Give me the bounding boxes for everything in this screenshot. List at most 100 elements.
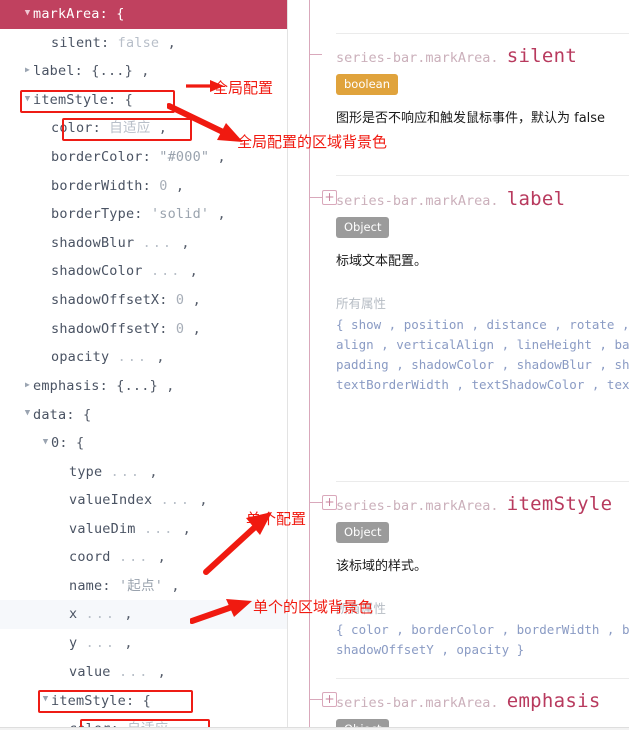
tree-tail: , xyxy=(148,349,165,366)
tree-row-shadowoffsety[interactable]: shadowOffsetY: 0 , xyxy=(0,315,288,344)
tree-value: ... xyxy=(143,520,175,537)
annotation-single-config: 单个配置 xyxy=(246,510,307,528)
doc-entry-description: 标域文本配置。 xyxy=(336,254,428,269)
tree-tail: , xyxy=(173,234,190,251)
tree-row-type[interactable]: type ... , xyxy=(0,458,288,487)
doc-branch-line xyxy=(309,54,322,55)
doc-branch-line xyxy=(309,197,322,198)
caret-down-icon[interactable] xyxy=(22,399,33,428)
tree-value: {...} xyxy=(91,63,133,80)
doc-entry-prefix: series-bar.markArea. xyxy=(336,193,499,209)
doc-entry[interactable]: series-bar.markArea. itemStyle Object 该标域的… xyxy=(336,493,629,660)
tree-separator: : xyxy=(74,63,92,80)
tree-value: ... xyxy=(117,349,149,366)
tree-row-data[interactable]: data: { xyxy=(0,400,288,429)
tree-row-borderwidth[interactable]: borderWidth: 0 , xyxy=(0,172,288,201)
tree-tail: , xyxy=(149,549,167,566)
arrow-global-area-bg xyxy=(167,103,243,142)
tree-value: { xyxy=(142,692,151,709)
tree-separator xyxy=(134,235,142,251)
tree-row-0[interactable]: 0: { xyxy=(0,429,288,458)
tree-tail: , xyxy=(184,291,201,308)
tree-key: coord xyxy=(69,549,111,566)
tree-tail: , xyxy=(181,263,198,280)
tree-tail: , xyxy=(174,520,191,537)
caret-down-icon[interactable] xyxy=(40,428,51,457)
tree-tail: , xyxy=(184,320,201,337)
doc-entry-title: series-bar.markArea. emphasis xyxy=(336,690,629,712)
tree-value: 0 xyxy=(175,291,185,308)
tree-row-value[interactable]: value ... , xyxy=(0,658,288,687)
doc-branch-line xyxy=(309,699,322,700)
tree-value: {...} xyxy=(116,378,158,395)
tree-key: markArea xyxy=(33,6,100,23)
tree-tail: , xyxy=(209,148,226,165)
type-badge: boolean xyxy=(336,74,398,95)
tree-row-opacity[interactable]: opacity ... , xyxy=(0,343,288,372)
tree-row-shadowblur[interactable]: shadowBlur ... , xyxy=(0,229,288,258)
doc-entry-leaf: itemStyle xyxy=(506,493,613,515)
doc-entry-title: series-bar.markArea. label xyxy=(336,188,629,210)
tree-row-silent[interactable]: silent: false , xyxy=(0,29,288,58)
caret-down-icon[interactable] xyxy=(22,0,33,28)
doc-detail-panel[interactable]: series-bar.markArea. silent boolean 图形是否不响… xyxy=(288,0,629,730)
property-line: align , verticalAlign , lineHeight , bac… xyxy=(336,337,629,352)
tree-row-shadowoffsetx[interactable]: shadowOffsetX: 0 , xyxy=(0,286,288,315)
tree-separator: : xyxy=(134,206,151,223)
doc-entry-prefix: series-bar.markArea. xyxy=(336,695,499,711)
doc-separator xyxy=(336,175,629,176)
doc-entry-leaf: label xyxy=(506,188,566,210)
tree-row-itemstyle[interactable]: itemStyle: { xyxy=(0,686,288,715)
tree-separator: : xyxy=(99,378,117,395)
annotation-single-area-bg: 单个的区域背景色 xyxy=(253,598,374,616)
property-line: shadowOffsetY , opacity } xyxy=(336,642,525,657)
all-properties-list: { show , position , distance , rotate , … xyxy=(336,315,629,395)
tree-separator: : xyxy=(100,34,118,51)
tree-tail: , xyxy=(116,606,133,623)
expand-plus-icon[interactable]: + xyxy=(322,495,337,510)
all-properties-label: 所有属性 xyxy=(336,296,387,311)
tree-separator: : xyxy=(159,320,176,337)
property-line: padding , shadowColor , shadowBlur , sha… xyxy=(336,357,629,372)
doc-tree-rail xyxy=(309,0,310,730)
doc-entry-prefix: series-bar.markArea. xyxy=(336,498,499,514)
doc-entry-title: series-bar.markArea. itemStyle xyxy=(336,493,629,515)
tree-row-shadowcolor[interactable]: shadowColor ... , xyxy=(0,257,288,286)
tree-key: borderType xyxy=(51,206,135,223)
tree-tail: , xyxy=(167,177,185,194)
tree-row-markarea[interactable]: markArea: { xyxy=(0,0,288,29)
tree-value: ... xyxy=(85,635,117,652)
tree-row-y[interactable]: y ... , xyxy=(0,629,288,658)
doc-entry-leaf: emphasis xyxy=(506,690,601,712)
tree-key: opacity xyxy=(51,349,110,366)
caret-right-icon[interactable] xyxy=(22,371,33,400)
tree-key: shadowOffsetX xyxy=(51,291,160,308)
tree-separator: : xyxy=(142,177,160,194)
expand-plus-icon[interactable]: + xyxy=(322,190,337,205)
tree-key: data xyxy=(33,406,67,423)
tree-value: ... xyxy=(118,549,150,566)
doc-entry[interactable]: series-bar.markArea. emphasis Object xyxy=(336,690,629,730)
tree-value: 0 xyxy=(159,177,168,194)
expand-plus-icon[interactable]: + xyxy=(322,692,337,707)
tree-key: emphasis xyxy=(33,378,100,395)
tree-row-bordertype[interactable]: borderType: 'solid' , xyxy=(0,200,288,229)
tree-tail: , xyxy=(163,577,180,594)
doc-entry[interactable]: series-bar.markArea. label Object 标域文本配置。所… xyxy=(336,188,629,395)
tree-tail: , xyxy=(150,120,168,137)
doc-entry[interactable]: series-bar.markArea. silent boolean 图形是否不响… xyxy=(336,45,629,126)
tree-separator xyxy=(111,549,119,565)
tree-tail: , xyxy=(209,206,226,223)
caret-down-icon[interactable] xyxy=(40,685,51,714)
arrow-single-area-bg xyxy=(190,599,252,624)
tree-separator xyxy=(111,664,119,680)
caret-down-icon[interactable] xyxy=(22,85,33,114)
tree-value: ... xyxy=(85,606,117,623)
tree-separator xyxy=(143,263,151,279)
tree-separator: : xyxy=(159,291,176,308)
caret-right-icon[interactable] xyxy=(22,56,33,85)
tree-separator: : xyxy=(66,406,83,423)
tree-row-emphasis[interactable]: emphasis: {...} , xyxy=(0,372,288,401)
tree-separator: : xyxy=(92,120,110,137)
tree-value: ... xyxy=(150,263,182,280)
